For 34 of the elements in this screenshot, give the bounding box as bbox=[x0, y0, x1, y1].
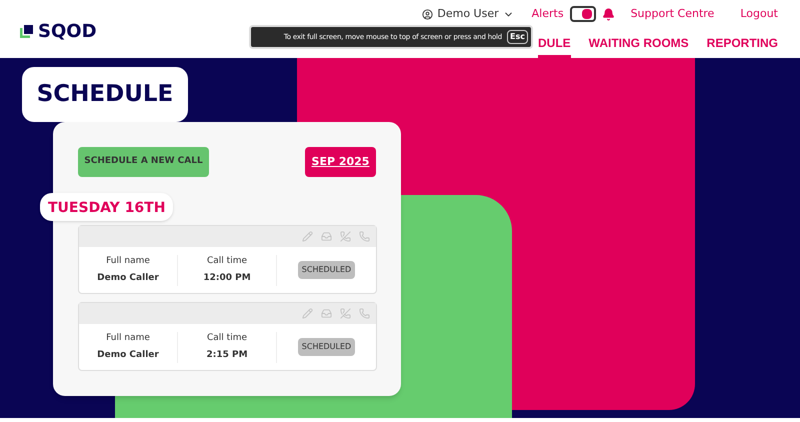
edit-icon[interactable] bbox=[302, 231, 313, 242]
support-link[interactable]: Support Centre bbox=[630, 6, 714, 22]
edit-icon[interactable] bbox=[302, 308, 313, 319]
bell-icon[interactable] bbox=[602, 8, 615, 20]
call-time: 2:15 PM bbox=[206, 349, 248, 362]
esc-key: Esc bbox=[507, 30, 528, 44]
user-menu[interactable]: Demo User bbox=[422, 6, 514, 22]
field-label: Full name bbox=[106, 332, 150, 344]
phone-off-icon[interactable] bbox=[340, 308, 351, 319]
alerts-toggle[interactable] bbox=[570, 6, 596, 22]
call-time: 12:00 PM bbox=[203, 272, 251, 285]
field-label: Call time bbox=[207, 254, 247, 268]
caller-name: Demo Caller bbox=[97, 349, 159, 362]
page-title: SCHEDULE bbox=[36, 80, 174, 110]
logo-icon bbox=[20, 24, 34, 38]
nav-tab[interactable]: REPORTING bbox=[706, 28, 778, 58]
user-icon bbox=[422, 8, 434, 20]
alerts-label: Alerts bbox=[532, 6, 564, 22]
phone-off-icon[interactable] bbox=[340, 231, 351, 242]
status-badge: SCHEDULED bbox=[298, 338, 356, 356]
phone-icon[interactable] bbox=[359, 231, 370, 242]
new-call-button[interactable]: SCHEDULE A NEW CALL bbox=[78, 147, 209, 177]
inbox-icon[interactable] bbox=[321, 308, 332, 319]
field-label: Call time bbox=[207, 332, 247, 344]
nav-tab[interactable]: WAITING ROOMS bbox=[588, 28, 689, 58]
logout-link[interactable]: Logout bbox=[740, 6, 778, 22]
inbox-icon[interactable] bbox=[321, 231, 332, 242]
month-button[interactable]: SEP 2025 bbox=[305, 147, 376, 177]
logo-text: SQOD bbox=[38, 20, 97, 44]
caller-name: Demo Caller bbox=[97, 272, 159, 285]
day-label: TUESDAY 16TH bbox=[48, 200, 166, 216]
field-label: Full name bbox=[106, 254, 150, 268]
status-badge: SCHEDULED bbox=[298, 261, 356, 279]
phone-icon[interactable] bbox=[359, 308, 370, 319]
